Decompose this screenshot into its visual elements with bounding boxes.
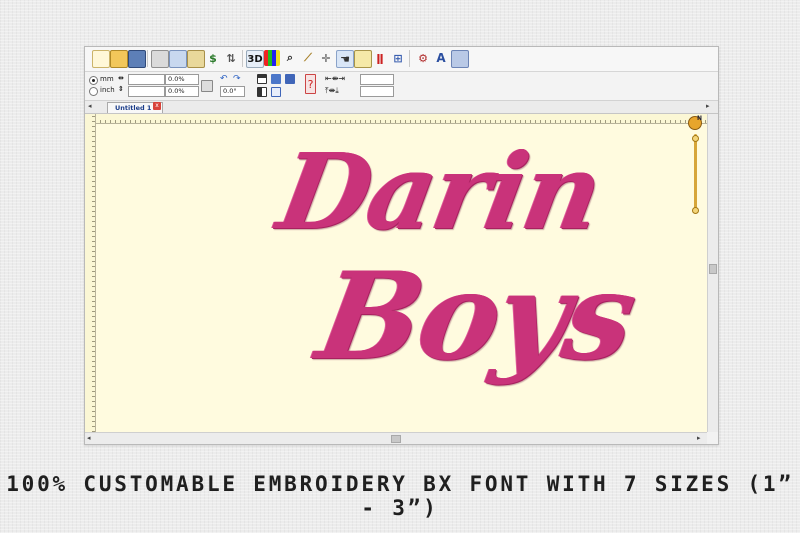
hand-icon[interactable]: ☚ (336, 50, 354, 68)
grid-icon[interactable] (354, 50, 372, 68)
zoom-slider-knob[interactable] (692, 207, 699, 214)
zoom-icon[interactable]: ⌕ (282, 50, 298, 66)
3d-view-button[interactable]: 3D (246, 50, 264, 68)
document-tab-bar: ◂ Untitled 1 * x ▸ (85, 101, 718, 114)
tab-scroll-left-icon[interactable]: ◂ (88, 102, 92, 110)
measure-icon[interactable]: ⟋ (300, 50, 316, 66)
spacing-h-icon[interactable]: ⇤⇼⇥ (325, 74, 345, 83)
vertical-scroll-thumb[interactable] (709, 264, 717, 274)
width-percent-input[interactable]: 0.0% (165, 74, 199, 85)
lock-ratio-icon[interactable] (201, 80, 213, 92)
compass-north-label: N (697, 115, 703, 122)
embroidery-design[interactable]: Darin Boys (96, 124, 707, 432)
unit-mm-label: mm (100, 75, 114, 83)
promo-caption: 100% CUSTOMABLE EMBROIDERY BX FONT WITH … (6, 472, 794, 520)
import-icon[interactable] (451, 50, 469, 68)
color-chart-icon[interactable] (264, 50, 280, 66)
height-percent-input[interactable]: 0.0% (165, 86, 199, 97)
main-toolbar: $ ⇅ 3D ⌕ ⟋ ✛ ☚ ǁ ⊞ ⚙ A (85, 47, 718, 72)
open-folder-icon[interactable] (110, 50, 128, 68)
center-icon[interactable] (271, 74, 281, 84)
settings-icon[interactable]: ⚙ (415, 50, 431, 66)
height-arrow-icon: ⇕ (118, 85, 124, 93)
align-top-icon[interactable] (257, 74, 267, 84)
embroidery-app-window: $ ⇅ 3D ⌕ ⟋ ✛ ☚ ǁ ⊞ ⚙ A mm inch ⇹ ⇕ 0.0% … (84, 46, 719, 445)
new-file-icon[interactable] (92, 50, 110, 68)
zoom-slider[interactable] (694, 134, 697, 212)
height-input[interactable] (128, 86, 165, 97)
text-tool-icon[interactable]: A (433, 50, 449, 66)
embroidery-line-1[interactable]: Darin (270, 130, 609, 253)
horizontal-scrollbar[interactable]: ◂ ▸ (85, 432, 707, 444)
rotate-left-icon[interactable]: ↶ (220, 74, 230, 84)
scroll-left-arrow-icon[interactable]: ◂ (87, 434, 91, 442)
unit-inch-radio[interactable] (89, 87, 98, 96)
distribute-icon[interactable] (271, 87, 281, 97)
expand-icon[interactable] (285, 74, 295, 84)
paste-icon[interactable] (187, 50, 205, 68)
spacing-v-icon[interactable]: ⤒⇼⤓ (325, 86, 339, 96)
properties-toolbar: mm inch ⇹ ⇕ 0.0% 0.0% ↶ ↷ 0.0° ? ⇤⇼⇥ ⤒⇼⤓ (85, 72, 718, 101)
spacing-v-input[interactable] (360, 86, 394, 97)
vertical-scrollbar[interactable] (707, 114, 718, 432)
width-arrow-icon: ⇹ (118, 74, 124, 82)
design-canvas[interactable]: Darin Boys (96, 124, 707, 432)
close-tab-icon[interactable]: x (153, 102, 161, 110)
horizontal-ruler (95, 114, 707, 124)
spacing-h-input[interactable] (360, 74, 394, 85)
horizontal-scroll-thumb[interactable] (391, 435, 401, 443)
zoom-slider-top-knob[interactable] (692, 135, 699, 142)
stitch-icon[interactable]: $ (205, 50, 221, 66)
align-left-icon[interactable] (257, 87, 267, 97)
hoop-icon[interactable]: ⊞ (390, 50, 406, 66)
rotate-right-icon[interactable]: ↷ (233, 74, 243, 84)
embroidery-line-2[interactable]: Boys (309, 246, 645, 387)
vertical-ruler (85, 114, 96, 432)
branch-icon[interactable]: ⇅ (223, 50, 239, 66)
needle-icon[interactable]: ǁ (372, 50, 388, 66)
tab-scroll-right-icon[interactable]: ▸ (706, 102, 710, 110)
save-icon[interactable] (128, 50, 146, 68)
help-icon[interactable]: ? (305, 74, 316, 94)
copy-icon[interactable] (169, 50, 187, 68)
scroll-right-arrow-icon[interactable]: ▸ (697, 434, 701, 442)
unit-mm-radio[interactable] (89, 76, 98, 85)
unit-inch-label: inch (100, 86, 115, 94)
rotate-angle-input[interactable]: 0.0° (220, 86, 245, 97)
print-icon[interactable] (151, 50, 169, 68)
select-icon[interactable]: ✛ (318, 50, 334, 66)
width-input[interactable] (128, 74, 165, 85)
